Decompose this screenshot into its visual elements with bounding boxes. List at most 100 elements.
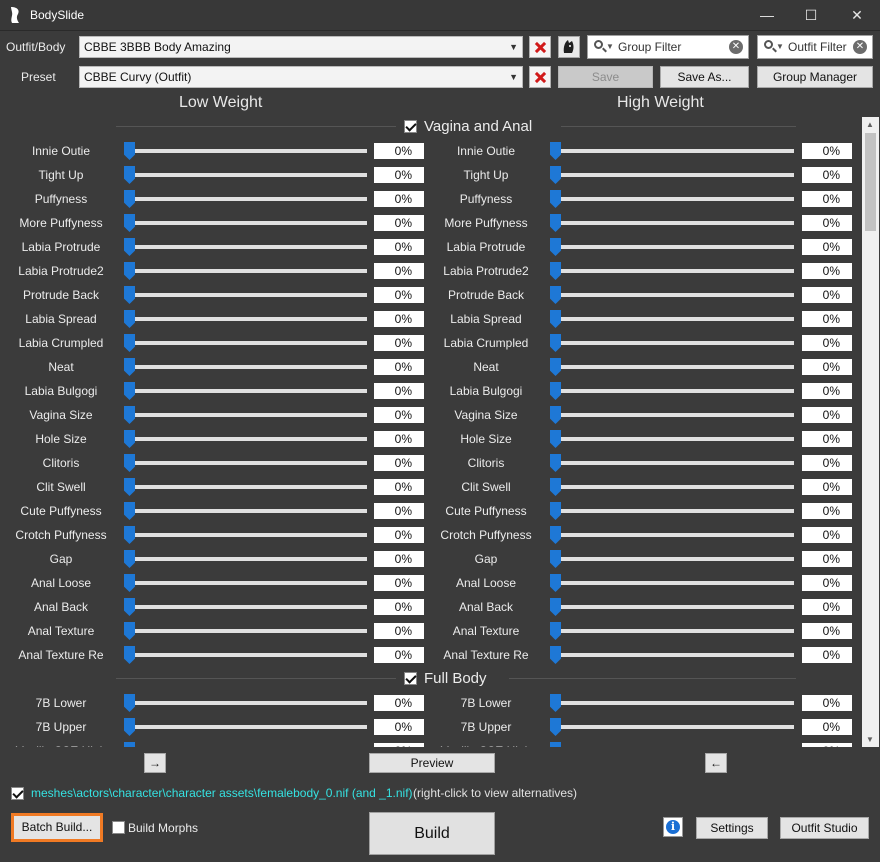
slider-track-low[interactable] xyxy=(131,509,367,513)
slider-thumb-low[interactable] xyxy=(124,262,135,280)
slider-track-low[interactable] xyxy=(131,413,367,417)
slider-thumb-high[interactable] xyxy=(550,526,561,544)
slider-value-low[interactable]: 0% xyxy=(374,335,424,351)
slider-thumb-high[interactable] xyxy=(550,190,561,208)
slider-value-high[interactable]: 0% xyxy=(802,191,852,207)
slider-track-low[interactable] xyxy=(131,173,367,177)
slider-value-high[interactable]: 0% xyxy=(802,239,852,255)
close-window-button[interactable]: ✕ xyxy=(834,0,880,31)
slider-value-low[interactable]: 0% xyxy=(374,743,424,747)
scrollbar-thumb[interactable] xyxy=(865,133,876,231)
slider-track-high[interactable] xyxy=(556,197,794,201)
slider-value-high[interactable]: 0% xyxy=(802,167,852,183)
slider-track-high[interactable] xyxy=(556,413,794,417)
maximize-button[interactable]: ☐ xyxy=(788,0,834,31)
slider-value-low[interactable]: 0% xyxy=(374,359,424,375)
slider-value-low[interactable]: 0% xyxy=(374,407,424,423)
group-checkbox[interactable] xyxy=(404,672,417,685)
slider-value-high[interactable]: 0% xyxy=(802,431,852,447)
clear-outfit-icon[interactable] xyxy=(529,36,551,58)
slider-track-low[interactable] xyxy=(131,701,367,705)
slider-thumb-low[interactable] xyxy=(124,622,135,640)
slider-track-high[interactable] xyxy=(556,605,794,609)
slider-track-low[interactable] xyxy=(131,293,367,297)
batch-build-button[interactable]: Batch Build... xyxy=(11,813,103,842)
slider-value-high[interactable]: 0% xyxy=(802,335,852,351)
slider-value-high[interactable]: 0% xyxy=(802,287,852,303)
clear-outfit-filter-icon[interactable]: ✕ xyxy=(853,40,867,54)
slider-thumb-low[interactable] xyxy=(124,694,135,712)
slider-thumb-high[interactable] xyxy=(550,214,561,232)
slider-thumb-high[interactable] xyxy=(550,238,561,256)
copy-low-to-high-button[interactable]: → xyxy=(144,753,166,773)
clear-group-filter-icon[interactable]: ✕ xyxy=(729,40,743,54)
slider-thumb-low[interactable] xyxy=(124,406,135,424)
slider-track-high[interactable] xyxy=(556,533,794,537)
slider-track-high[interactable] xyxy=(556,701,794,705)
preview-button[interactable]: Preview xyxy=(369,753,495,773)
slider-value-low[interactable]: 0% xyxy=(374,311,424,327)
slider-thumb-high[interactable] xyxy=(550,382,561,400)
slider-value-low[interactable]: 0% xyxy=(374,239,424,255)
build-button[interactable]: Build xyxy=(369,812,495,855)
slider-value-low[interactable]: 0% xyxy=(374,143,424,159)
scroll-down-icon[interactable]: ▼ xyxy=(866,735,874,744)
slider-thumb-high[interactable] xyxy=(550,310,561,328)
slider-track-high[interactable] xyxy=(556,653,794,657)
slider-track-low[interactable] xyxy=(131,725,367,729)
slider-track-high[interactable] xyxy=(556,629,794,633)
slider-value-high[interactable]: 0% xyxy=(802,695,852,711)
slider-thumb-high[interactable] xyxy=(550,406,561,424)
slider-value-low[interactable]: 0% xyxy=(374,215,424,231)
slider-track-high[interactable] xyxy=(556,461,794,465)
slider-value-high[interactable]: 0% xyxy=(802,527,852,543)
minimize-button[interactable]: — xyxy=(744,0,790,31)
slider-track-low[interactable] xyxy=(131,149,367,153)
slider-value-high[interactable]: 0% xyxy=(802,623,852,639)
slider-value-high[interactable]: 0% xyxy=(802,719,852,735)
slider-value-low[interactable]: 0% xyxy=(374,551,424,567)
outfit-studio-button[interactable]: Outfit Studio xyxy=(780,817,869,839)
slider-thumb-low[interactable] xyxy=(124,286,135,304)
slider-thumb-high[interactable] xyxy=(550,718,561,736)
slider-track-low[interactable] xyxy=(131,653,367,657)
slider-value-high[interactable]: 0% xyxy=(802,383,852,399)
slider-thumb-low[interactable] xyxy=(124,718,135,736)
slider-value-high[interactable]: 0% xyxy=(802,599,852,615)
slider-thumb-high[interactable] xyxy=(550,694,561,712)
slider-thumb-high[interactable] xyxy=(550,742,561,747)
slider-track-low[interactable] xyxy=(131,533,367,537)
settings-button[interactable]: Settings xyxy=(696,817,768,839)
slider-value-low[interactable]: 0% xyxy=(374,623,424,639)
slider-thumb-high[interactable] xyxy=(550,358,561,376)
slider-track-high[interactable] xyxy=(556,221,794,225)
slider-track-low[interactable] xyxy=(131,461,367,465)
preset-dropdown[interactable]: CBBE Curvy (Outfit) ▼ xyxy=(79,66,523,88)
slider-list-scrollbar[interactable]: ▲ ▼ xyxy=(862,117,879,747)
slider-value-high[interactable]: 0% xyxy=(802,479,852,495)
slider-track-low[interactable] xyxy=(131,557,367,561)
slider-value-low[interactable]: 0% xyxy=(374,383,424,399)
slider-track-high[interactable] xyxy=(556,389,794,393)
slider-thumb-high[interactable] xyxy=(550,286,561,304)
slider-thumb-low[interactable] xyxy=(124,310,135,328)
slider-thumb-low[interactable] xyxy=(124,646,135,664)
slider-track-low[interactable] xyxy=(131,365,367,369)
slider-track-low[interactable] xyxy=(131,485,367,489)
slider-thumb-high[interactable] xyxy=(550,166,561,184)
slider-value-low[interactable]: 0% xyxy=(374,431,424,447)
slider-value-high[interactable]: 0% xyxy=(802,551,852,567)
slider-thumb-low[interactable] xyxy=(124,574,135,592)
slider-track-low[interactable] xyxy=(131,245,367,249)
slider-thumb-high[interactable] xyxy=(550,622,561,640)
slider-value-low[interactable]: 0% xyxy=(374,167,424,183)
slider-thumb-low[interactable] xyxy=(124,382,135,400)
slider-track-high[interactable] xyxy=(556,245,794,249)
slider-thumb-high[interactable] xyxy=(550,598,561,616)
copy-high-to-low-button[interactable]: ← xyxy=(705,753,727,773)
slider-value-low[interactable]: 0% xyxy=(374,503,424,519)
slider-track-low[interactable] xyxy=(131,269,367,273)
build-morphs-checkbox[interactable] xyxy=(112,821,125,834)
slider-track-low[interactable] xyxy=(131,581,367,585)
group-checkbox[interactable] xyxy=(404,120,417,133)
